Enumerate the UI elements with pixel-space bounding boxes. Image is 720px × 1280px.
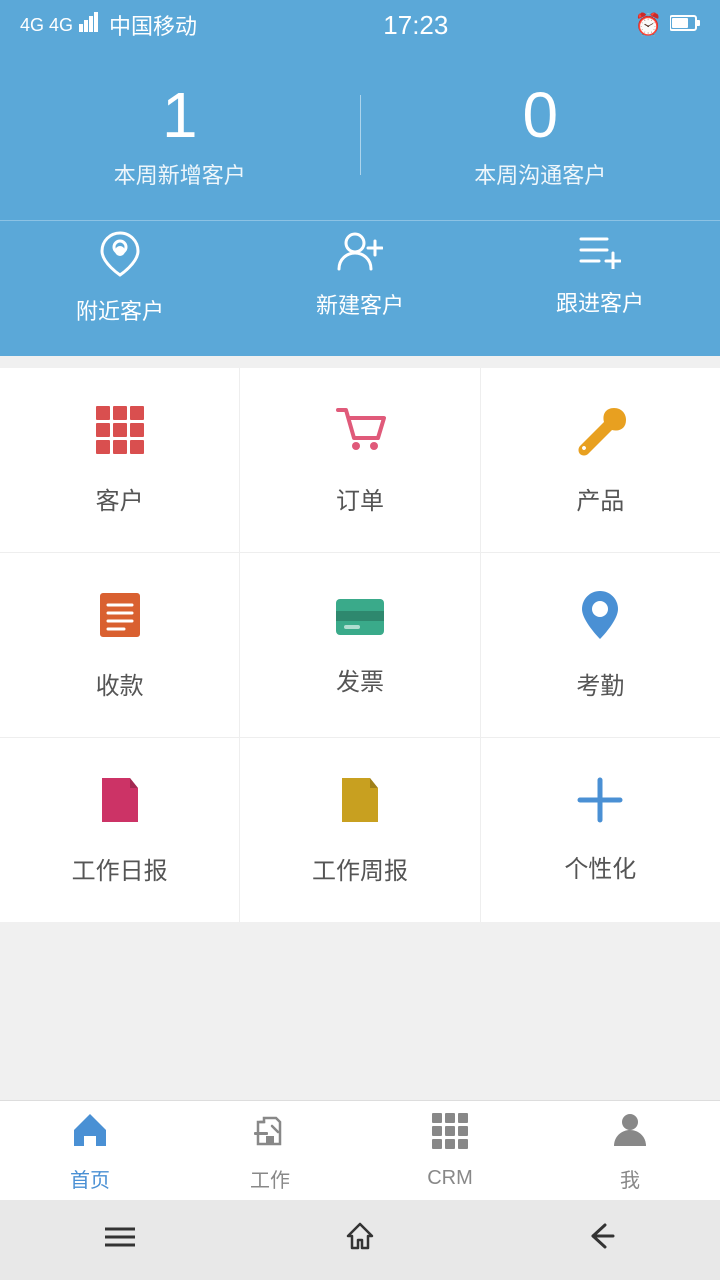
weekly-doc-icon (338, 774, 382, 835)
daily-doc-icon (98, 774, 142, 835)
grid-item-invoice[interactable]: 发票 (240, 553, 480, 737)
quick-action-nearby[interactable]: 附近客户 (0, 231, 240, 326)
home-icon (70, 1108, 110, 1158)
menu-button[interactable] (65, 1213, 175, 1267)
back-button[interactable] (545, 1213, 655, 1267)
invoice-label: 发票 (336, 662, 384, 697)
crm-icon (430, 1111, 470, 1161)
me-label: 我 (620, 1164, 640, 1193)
carrier-name: 中国移动 (109, 9, 197, 41)
system-nav-bar (0, 1200, 720, 1280)
signal-bars (79, 12, 103, 38)
add-person-icon (337, 231, 383, 278)
order-label: 订单 (336, 481, 384, 516)
grid-item-attendance[interactable]: 考勤 (481, 553, 720, 737)
status-time: 17:23 (383, 10, 448, 41)
quick-action-follow[interactable]: 跟进客户 (480, 231, 720, 326)
customize-plus-icon (576, 776, 624, 833)
grid-item-product[interactable]: 产品 (481, 368, 720, 552)
battery-icon (670, 12, 700, 38)
grid-row-1: 客户 订单 产品 (0, 368, 720, 553)
attendance-mappin-icon (580, 589, 620, 650)
grid-item-collection[interactable]: 收款 (0, 553, 240, 737)
nearby-label: 附近客户 (76, 294, 164, 326)
stat-new-customers-label: 本周新增客户 (0, 158, 360, 190)
quick-actions: 附近客户 新建客户 跟进客户 (0, 220, 720, 356)
nav-item-me[interactable]: 我 (540, 1101, 720, 1200)
follow-label: 跟进客户 (556, 286, 644, 318)
customize-label: 个性化 (564, 849, 636, 884)
signal-icon: 4G 4G (20, 15, 73, 36)
grid-item-weekly[interactable]: 工作周报 (240, 738, 480, 922)
grid-row-3: 工作日报 工作周报 个性化 (0, 738, 720, 922)
bottom-nav: 首页 工作 (0, 1100, 720, 1200)
new-customer-label: 新建客户 (316, 288, 404, 320)
product-label: 产品 (576, 481, 624, 516)
daily-label: 工作日报 (72, 851, 168, 886)
nav-item-crm[interactable]: CRM (360, 1101, 540, 1200)
status-left: 4G 4G 中国移动 (20, 9, 197, 41)
grid-item-customer[interactable]: 客户 (0, 368, 240, 552)
stats-section: 1 本周新增客户 0 本周沟通客户 (0, 50, 720, 220)
grid-item-customize[interactable]: 个性化 (481, 738, 720, 922)
home-label: 首页 (70, 1164, 110, 1193)
status-right: ⏰ (635, 12, 700, 38)
quick-action-new[interactable]: 新建客户 (240, 231, 480, 326)
work-icon (250, 1108, 290, 1158)
stat-contacted-customers: 0 本周沟通客户 (361, 80, 720, 190)
attendance-label: 考勤 (576, 666, 624, 701)
grid-item-order[interactable]: 订单 (240, 368, 480, 552)
status-bar: 4G 4G 中国移动 17:23 ⏰ (0, 0, 720, 50)
order-cart-icon (334, 404, 386, 465)
alarm-icon: ⏰ (635, 12, 662, 38)
nav-item-work[interactable]: 工作 (180, 1101, 360, 1200)
customer-label: 客户 (96, 481, 144, 516)
weekly-label: 工作周报 (312, 851, 408, 886)
collection-label: 收款 (96, 666, 144, 701)
grid-row-2: 收款 发票 考勤 (0, 553, 720, 738)
invoice-card-icon (334, 594, 386, 646)
list-add-icon (579, 231, 621, 276)
grid-item-daily[interactable]: 工作日报 (0, 738, 240, 922)
stat-new-customers-value: 1 (0, 80, 360, 150)
home-button[interactable] (306, 1212, 414, 1268)
main-grid: 客户 订单 产品 (0, 368, 720, 922)
collection-receipt-icon (94, 589, 146, 650)
stat-contacted-value: 0 (361, 80, 720, 150)
stat-contacted-label: 本周沟通客户 (361, 158, 720, 190)
location-pin-icon (100, 231, 140, 284)
customer-icon (94, 404, 146, 465)
me-icon (610, 1108, 650, 1158)
work-label: 工作 (250, 1164, 290, 1193)
spacer (0, 922, 720, 1100)
stat-new-customers: 1 本周新增客户 (0, 80, 360, 190)
crm-label: CRM (427, 1167, 473, 1190)
nav-item-home[interactable]: 首页 (0, 1101, 180, 1200)
product-wrench-icon (574, 404, 626, 465)
